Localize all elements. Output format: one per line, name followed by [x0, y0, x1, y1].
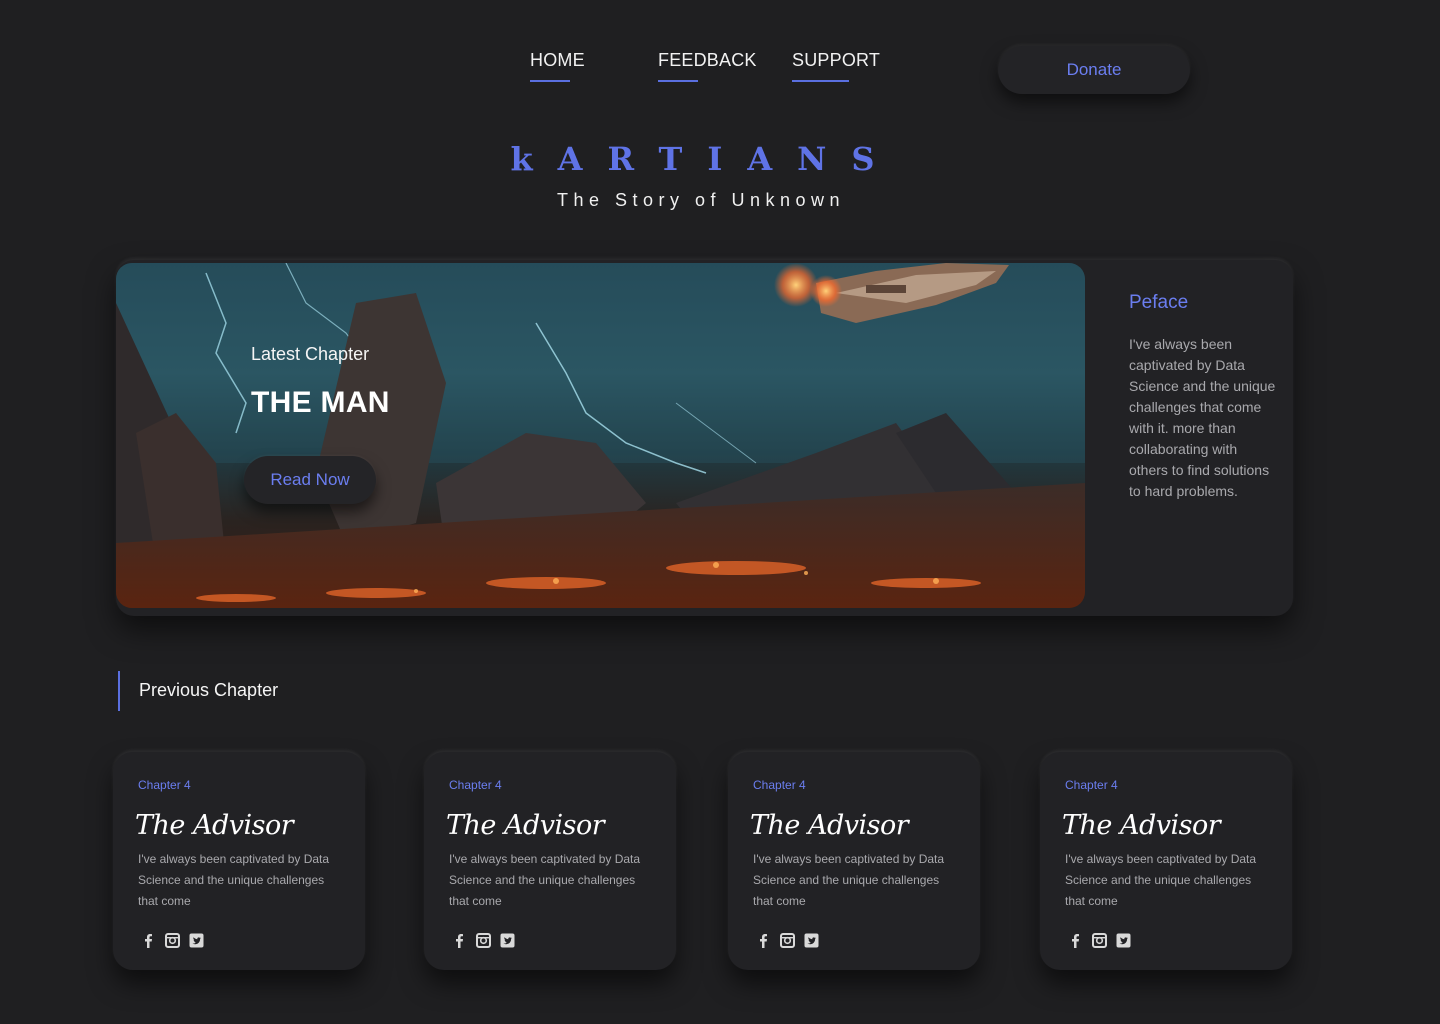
nav-support[interactable]: SUPPORT	[792, 50, 881, 82]
nav-home-label: HOME	[530, 50, 585, 70]
twitter-icon[interactable]	[1115, 932, 1131, 948]
hero-artwork	[116, 263, 1085, 608]
nav-home[interactable]: HOME	[530, 50, 585, 82]
chapter-description: I've always been captivated by Data Scie…	[138, 852, 330, 908]
chapter-card[interactable]: Chapter 4 The Advisor I've always been c…	[424, 752, 676, 970]
chapter-description: I've always been captivated by Data Scie…	[753, 852, 945, 908]
social-links	[1067, 932, 1131, 948]
nav-feedback-underline	[658, 80, 698, 82]
section-accent-bar	[118, 671, 120, 711]
previous-chapter-heading: Previous Chapter	[139, 680, 279, 700]
nav-feedback[interactable]: FEEDBACK	[658, 50, 757, 82]
preface-title: Peface	[1129, 292, 1189, 313]
chapter-card[interactable]: Chapter 4 The Advisor I've always been c…	[1040, 752, 1292, 970]
facebook-icon[interactable]	[140, 932, 156, 948]
chapter-description: I've always been captivated by Data Scie…	[1065, 852, 1257, 908]
twitter-icon[interactable]	[499, 932, 515, 948]
read-now-button[interactable]: Read Now	[244, 456, 376, 504]
page: HOME FEEDBACK SUPPORT Donate kARTIANS Th…	[0, 0, 1440, 1024]
twitter-icon[interactable]	[188, 932, 204, 948]
chapter-label: Chapter 4	[449, 778, 502, 792]
instagram-icon[interactable]	[164, 932, 180, 948]
chapter-label: Chapter 4	[1065, 778, 1118, 792]
social-links	[451, 932, 515, 948]
chapter-label: Chapter 4	[138, 778, 191, 792]
brand-tagline: The Story of Unknown	[556, 190, 846, 210]
chapter-title: The Advisor	[446, 810, 605, 841]
facebook-icon[interactable]	[755, 932, 771, 948]
chapter-title: The Advisor	[135, 810, 294, 841]
chapter-description: I've always been captivated by Data Scie…	[449, 852, 641, 908]
instagram-icon[interactable]	[475, 932, 491, 948]
nav-support-underline	[792, 80, 849, 82]
hero-subtitle: Latest Chapter	[251, 344, 370, 364]
instagram-icon[interactable]	[1091, 932, 1107, 948]
chapter-card[interactable]: Chapter 4 The Advisor I've always been c…	[728, 752, 980, 970]
twitter-icon[interactable]	[803, 932, 819, 948]
brand-title: kARTIANS	[510, 140, 900, 178]
donate-button[interactable]: Donate	[998, 46, 1190, 94]
chapter-title: The Advisor	[1062, 810, 1221, 841]
chapter-card[interactable]: Chapter 4 The Advisor I've always been c…	[113, 752, 365, 970]
facebook-icon[interactable]	[451, 932, 467, 948]
social-links	[140, 932, 204, 948]
chapter-title: The Advisor	[750, 810, 909, 841]
social-links	[755, 932, 819, 948]
chapter-label: Chapter 4	[753, 778, 806, 792]
facebook-icon[interactable]	[1067, 932, 1083, 948]
nav-home-underline	[530, 80, 570, 82]
hero-image	[116, 263, 1085, 608]
preface-text: I've always been captivated by Data Scie…	[1129, 336, 1276, 499]
nav-feedback-label: FEEDBACK	[658, 50, 757, 70]
nav-support-label: SUPPORT	[792, 50, 881, 70]
instagram-icon[interactable]	[779, 932, 795, 948]
hero-title: THE MAN	[251, 386, 390, 419]
